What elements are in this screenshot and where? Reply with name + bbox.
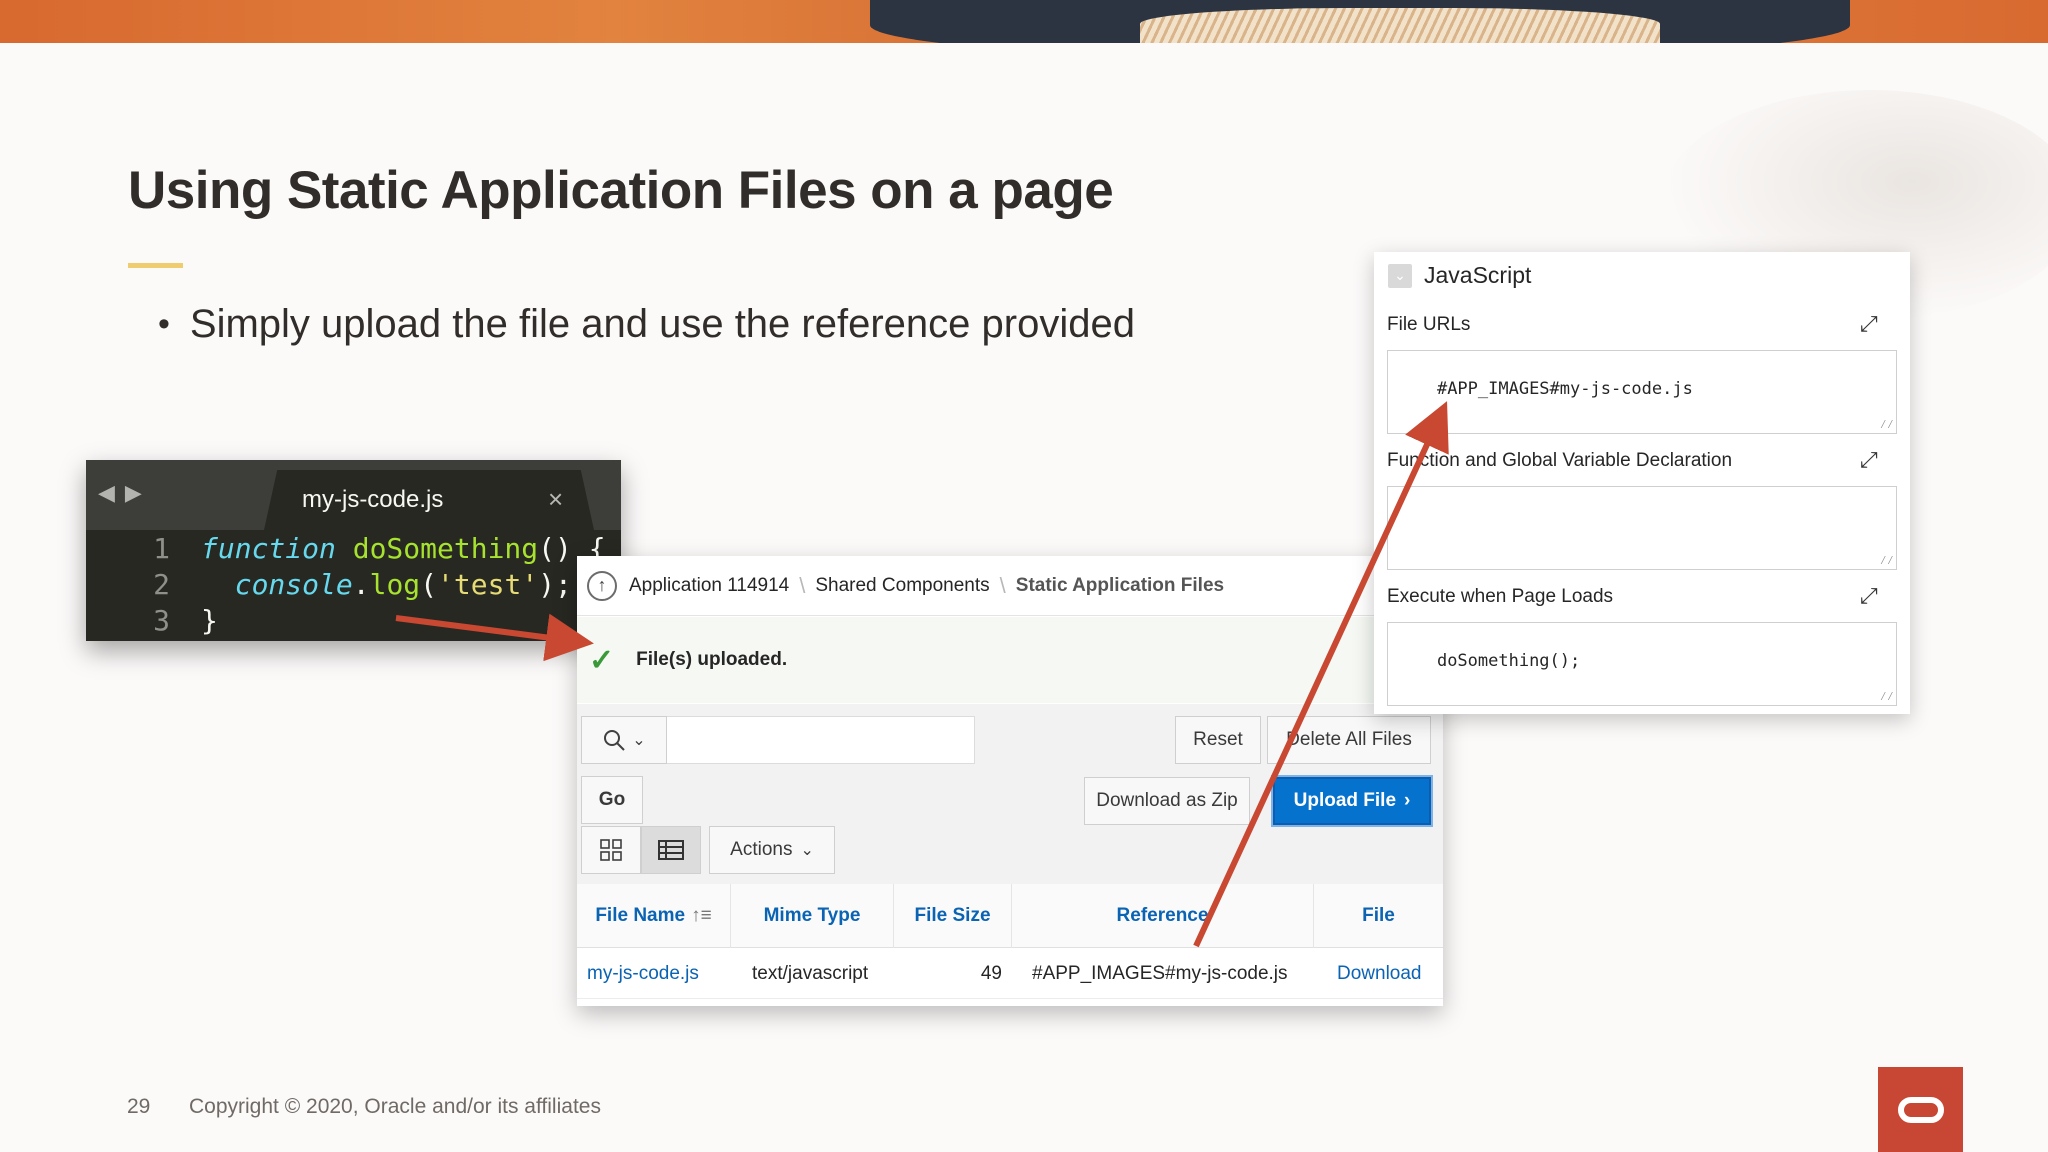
reset-button[interactable]: Reset — [1175, 716, 1261, 764]
file-urls-value: #APP_IMAGES#my-js-code.js — [1436, 379, 1693, 399]
resize-grip-icon[interactable]: ⁄⁄ — [1880, 417, 1894, 432]
javascript-section-header[interactable]: ⌄ JavaScript — [1388, 262, 1531, 289]
breadcrumb-current: Static Application Files — [1015, 574, 1225, 596]
expand-editor-icon[interactable]: ⤢ — [1860, 584, 1884, 608]
search-group: ⌄ — [581, 716, 975, 764]
static-files-page: ↑ Application 114914 \ Shared Components… — [577, 556, 1443, 1006]
expand-editor-icon[interactable]: ⤢ — [1860, 312, 1884, 336]
column-header-mime-type[interactable]: Mime Type — [731, 884, 894, 948]
bullet-text: Simply upload the file and use the refer… — [189, 302, 1135, 346]
editor-tab-bar: ◀ ▶ my-js-code.js × — [86, 460, 621, 530]
search-input[interactable] — [667, 716, 975, 764]
report-view-button[interactable] — [641, 826, 701, 874]
execute-on-load-field[interactable]: doSomething(); ⁄⁄ — [1387, 622, 1897, 706]
chevron-down-icon: ⌄ — [632, 732, 646, 749]
code-line: 1 function doSomething() { — [86, 532, 621, 568]
go-button[interactable]: Go — [581, 776, 643, 824]
line-number: 3 — [153, 604, 170, 637]
actions-label: Actions — [730, 839, 793, 860]
check-icon: ✓ — [589, 643, 615, 677]
actions-menu-button[interactable]: Actions ⌄ — [709, 826, 835, 874]
code-text: console.log('test'); — [234, 568, 572, 601]
chevron-down-icon[interactable]: ⌄ — [1388, 263, 1412, 288]
javascript-properties-panel: ⌄ JavaScript File URLs ⤢ #APP_IMAGES#my-… — [1374, 252, 1910, 714]
column-header-file-name[interactable]: File Name ↑≡ — [577, 884, 731, 948]
decorative-top-band — [0, 0, 2048, 43]
file-urls-field[interactable]: #APP_IMAGES#my-js-code.js ⁄⁄ — [1387, 350, 1897, 434]
upload-file-label: Upload File — [1293, 790, 1397, 811]
line-number: 2 — [153, 568, 170, 601]
chevron-down-icon: ⌄ — [800, 842, 814, 859]
breadcrumb-separator: \ — [799, 572, 806, 598]
copyright-text: Copyright © 2020, Oracle and/or its affi… — [189, 1095, 601, 1118]
editor-tab[interactable]: my-js-code.js × — [264, 470, 594, 530]
file-urls-label: File URLs — [1387, 314, 1471, 335]
upload-file-button[interactable]: Upload File › — [1273, 777, 1431, 825]
success-message: ✓ File(s) uploaded. — [577, 617, 1443, 703]
function-declaration-field[interactable]: ⁄⁄ — [1387, 486, 1897, 570]
reference-cell: #APP_IMAGES#my-js-code.js — [1032, 963, 1288, 984]
search-icon — [604, 730, 626, 751]
breadcrumb-application[interactable]: Application 114914 — [629, 575, 789, 597]
file-name-link[interactable]: my-js-code.js — [587, 949, 699, 999]
file-size-cell: 49 — [980, 963, 1002, 984]
execute-on-load-label: Execute when Page Loads — [1387, 586, 1614, 607]
icon-view-button[interactable] — [581, 826, 641, 874]
page-number: 29 — [127, 1095, 151, 1118]
execute-on-load-value: doSomething(); — [1436, 651, 1581, 671]
code-line: 3 } — [86, 604, 621, 640]
column-header-label: File Name — [595, 905, 686, 926]
resize-grip-icon[interactable]: ⁄⁄ — [1880, 553, 1894, 568]
view-toggle — [581, 826, 701, 874]
function-declaration-label: Function and Global Variable Declaration — [1387, 450, 1733, 471]
close-icon[interactable]: × — [548, 484, 563, 515]
javascript-section-title: JavaScript — [1424, 262, 1532, 288]
breadcrumb-separator: \ — [999, 572, 1006, 598]
table-icon — [658, 840, 684, 860]
column-header-file-size[interactable]: File Size — [894, 884, 1012, 948]
bullet-dot-icon: • — [158, 305, 170, 343]
table-row: my-js-code.js text/javascript 49 #APP_IM… — [577, 949, 1443, 999]
delete-all-files-button[interactable]: Delete All Files — [1267, 716, 1431, 764]
resize-grip-icon[interactable]: ⁄⁄ — [1880, 689, 1894, 704]
chevron-right-icon: › — [1404, 790, 1411, 811]
code-text: } — [201, 604, 218, 637]
decorative-stripe-shape — [1140, 8, 1660, 43]
up-arrow-icon[interactable]: ↑ — [587, 570, 617, 601]
editor-nav: ◀ ▶ — [98, 480, 142, 506]
column-header-file[interactable]: File — [1314, 884, 1443, 948]
table-header: File Name ↑≡ Mime Type File Size Referen… — [577, 884, 1443, 948]
sort-ascending-icon: ↑≡ — [691, 905, 712, 926]
breadcrumb: ↑ Application 114914 \ Shared Components… — [577, 556, 1443, 616]
editor-tab-label: my-js-code.js — [302, 486, 444, 513]
line-number: 1 — [153, 532, 170, 565]
title-accent-bar — [128, 263, 183, 268]
grid-icon — [600, 839, 622, 861]
mime-type-cell: text/javascript — [752, 963, 869, 984]
download-link[interactable]: Download — [1337, 949, 1422, 999]
code-text: function doSomething() { — [201, 532, 606, 565]
code-line: 2 console.log('test'); — [86, 568, 621, 604]
back-arrow-icon[interactable]: ◀ — [98, 480, 115, 506]
expand-editor-icon[interactable]: ⤢ — [1860, 448, 1884, 472]
column-header-reference[interactable]: Reference — [1012, 884, 1314, 948]
bullet-point: • Simply upload the file and use the ref… — [158, 302, 1135, 347]
download-zip-button[interactable]: Download as Zip — [1084, 777, 1250, 825]
oracle-logo-icon — [1878, 1067, 1963, 1152]
search-column-button[interactable]: ⌄ — [581, 716, 667, 764]
forward-arrow-icon[interactable]: ▶ — [125, 480, 142, 506]
breadcrumb-shared-components[interactable]: Shared Components — [815, 575, 989, 597]
success-message-text: File(s) uploaded. — [636, 649, 788, 670]
slide-title: Using Static Application Files on a page — [128, 161, 1114, 220]
code-editor: ◀ ▶ my-js-code.js × 1 function doSomethi… — [86, 460, 621, 641]
